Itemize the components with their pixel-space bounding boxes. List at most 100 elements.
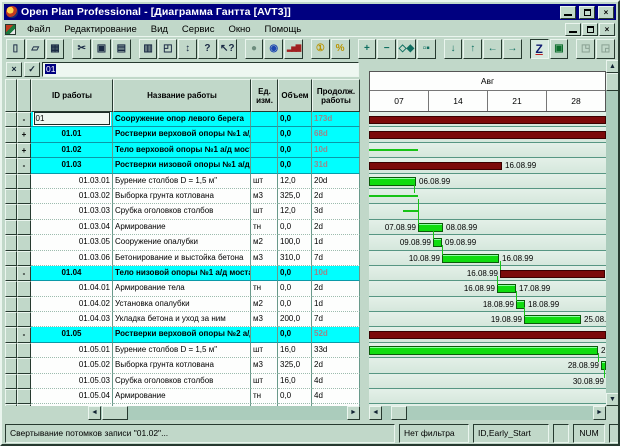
row-selector[interactable] [5, 404, 17, 406]
row-selector[interactable] [5, 343, 17, 358]
table-row[interactable]: 01.05.03Срубка оголовков столбовшт16,04d [5, 374, 360, 389]
table-row[interactable]: 01.05.01Бурение столбов D = 1,5 м"шт16,0… [5, 343, 360, 358]
copy-button[interactable]: ▣ [92, 39, 111, 59]
restore-button[interactable] [579, 6, 595, 19]
task-bar[interactable] [524, 315, 581, 324]
row-selector[interactable] [5, 189, 17, 204]
sort-button[interactable]: ↕ [178, 39, 197, 59]
table-row[interactable]: 01.03.05Сооружение опалубким2100,01d [5, 235, 360, 250]
task-bar[interactable] [418, 223, 443, 232]
cell-edit-input[interactable]: 01 [42, 62, 359, 77]
table-row[interactable]: +01.01Ростверки верховой опоры №1 а/д0,0… [5, 127, 360, 142]
summary-bar[interactable] [369, 331, 606, 339]
table-row[interactable]: 01.04.03Укладка бетона и уход за нимм320… [5, 312, 360, 327]
table-row[interactable]: -01.05Ростверки верховой опоры №2 а/д0,0… [5, 327, 360, 342]
collapse-toggle[interactable]: - [17, 112, 31, 127]
scroll-up-icon[interactable]: ▲ [606, 60, 619, 73]
menu-файл[interactable]: Файл [20, 23, 57, 36]
row-selector[interactable] [5, 204, 17, 219]
expand-toggle[interactable]: + [17, 127, 31, 142]
child-close-button[interactable]: × [599, 23, 615, 36]
scroll-down-icon[interactable]: ▼ [606, 393, 619, 406]
cost-button[interactable]: ① [311, 39, 330, 59]
table-row[interactable]: 01.03.06Бетонирование и выстойка бетонам… [5, 251, 360, 266]
table-row[interactable]: -01.03Ростверки низовой опоры №1 а/д м0,… [5, 158, 360, 173]
resources-button[interactable]: ◉ [264, 39, 283, 59]
task-bar[interactable] [369, 177, 416, 186]
row-selector[interactable] [5, 143, 17, 158]
row-selector[interactable] [5, 251, 17, 266]
scroll-thumb[interactable] [102, 406, 128, 420]
header-volume[interactable]: Объем [278, 79, 312, 112]
task-bar[interactable] [497, 284, 516, 293]
row-selector[interactable] [5, 297, 17, 312]
row-selector[interactable] [5, 358, 17, 373]
expand-toggle[interactable]: + [17, 143, 31, 158]
table-row[interactable]: -01Сооружение опор левого берега0,0173d [5, 112, 360, 127]
move-down-button[interactable]: ↓ [444, 39, 463, 59]
scroll-thumb[interactable] [606, 73, 619, 91]
row-selector[interactable] [5, 389, 17, 404]
menu-редактирование[interactable]: Редактирование [57, 23, 143, 36]
header-id[interactable]: ID работы [31, 79, 113, 112]
row-selector[interactable] [5, 374, 17, 389]
scroll-right-icon[interactable]: ► [593, 406, 606, 420]
move-up-button[interactable]: ↑ [463, 39, 482, 59]
scroll-left-icon[interactable]: ◄ [88, 406, 101, 420]
child-restore-button[interactable] [582, 23, 598, 36]
minimize-button[interactable] [560, 6, 576, 19]
table-row[interactable]: 01.04.01Армирование телатн0,02d [5, 281, 360, 296]
header-unit[interactable]: Ед. изм. [251, 79, 278, 112]
header-duration[interactable]: Продолж. работы [312, 79, 360, 112]
table-row[interactable]: 01.03.03Срубка оголовков столбовшт12,03d [5, 204, 360, 219]
percent-button[interactable]: % [331, 39, 350, 59]
table-row[interactable]: +01.02Тело верховой опоры №1 а/д моста0,… [5, 143, 360, 158]
row-selector[interactable] [5, 158, 17, 173]
row-selector[interactable] [5, 235, 17, 250]
context-help-button[interactable]: ↖? [218, 39, 237, 59]
table-row[interactable]: 01.03.01Бурение столбов D = 1,5 м"шт12,0… [5, 174, 360, 189]
print-button[interactable]: ▥ [139, 39, 158, 59]
gantt-view-button[interactable]: Z [530, 39, 549, 59]
task-bar[interactable] [369, 346, 598, 355]
unlink-button[interactable]: ▫▪ [417, 39, 436, 59]
cut-button[interactable]: ✂ [72, 39, 91, 59]
scroll-left-icon[interactable]: ◄ [369, 406, 382, 420]
summary-bar[interactable] [500, 270, 605, 278]
time-now-button[interactable]: ● [245, 39, 264, 59]
task-bar[interactable] [442, 254, 499, 263]
scroll-thumb[interactable] [391, 406, 407, 420]
row-selector[interactable] [5, 312, 17, 327]
table-h-scrollbar[interactable]: ◄ ► [88, 406, 360, 420]
link-button[interactable]: ◇◆ [397, 39, 416, 59]
print-preview-button[interactable]: ◰ [158, 39, 177, 59]
edit-accept-button[interactable]: ✓ [24, 62, 40, 77]
gantt-v-scrollbar[interactable]: ▲ ▼ [606, 60, 619, 406]
summary-bar[interactable] [369, 131, 606, 139]
delete-activity-button[interactable]: − [377, 39, 396, 59]
inline-cell-editor[interactable]: 01 [34, 112, 110, 125]
close-button[interactable]: × [598, 6, 614, 19]
help-button[interactable]: ? [198, 39, 217, 59]
move-right-button[interactable]: → [503, 39, 522, 59]
table-row[interactable]: 01.04.02Установка опалубким20,01d [5, 297, 360, 312]
row-selector[interactable] [5, 112, 17, 127]
menu-вид[interactable]: Вид [144, 23, 175, 36]
edit-cancel-button[interactable]: × [6, 62, 22, 77]
row-selector[interactable] [5, 281, 17, 296]
collapse-toggle[interactable]: - [17, 266, 31, 281]
task-bar[interactable] [433, 238, 442, 247]
move-left-button[interactable]: ← [483, 39, 502, 59]
save-button[interactable]: ▦ [46, 39, 65, 59]
summary-bar[interactable] [369, 162, 502, 170]
table-row[interactable]: 01.03.04Армированиетн0,02d [5, 220, 360, 235]
collapse-toggle[interactable]: - [17, 158, 31, 173]
add-activity-button[interactable]: + [358, 39, 377, 59]
histogram-button[interactable]: ▂▅▇ [284, 39, 303, 59]
panel-splitter[interactable] [360, 60, 369, 420]
menu-помощь[interactable]: Помощь [258, 23, 309, 36]
paste-button[interactable]: ▤ [112, 39, 131, 59]
row-selector[interactable] [5, 220, 17, 235]
menu-сервис[interactable]: Сервис [175, 23, 222, 36]
menu-окно[interactable]: Окно [221, 23, 257, 36]
